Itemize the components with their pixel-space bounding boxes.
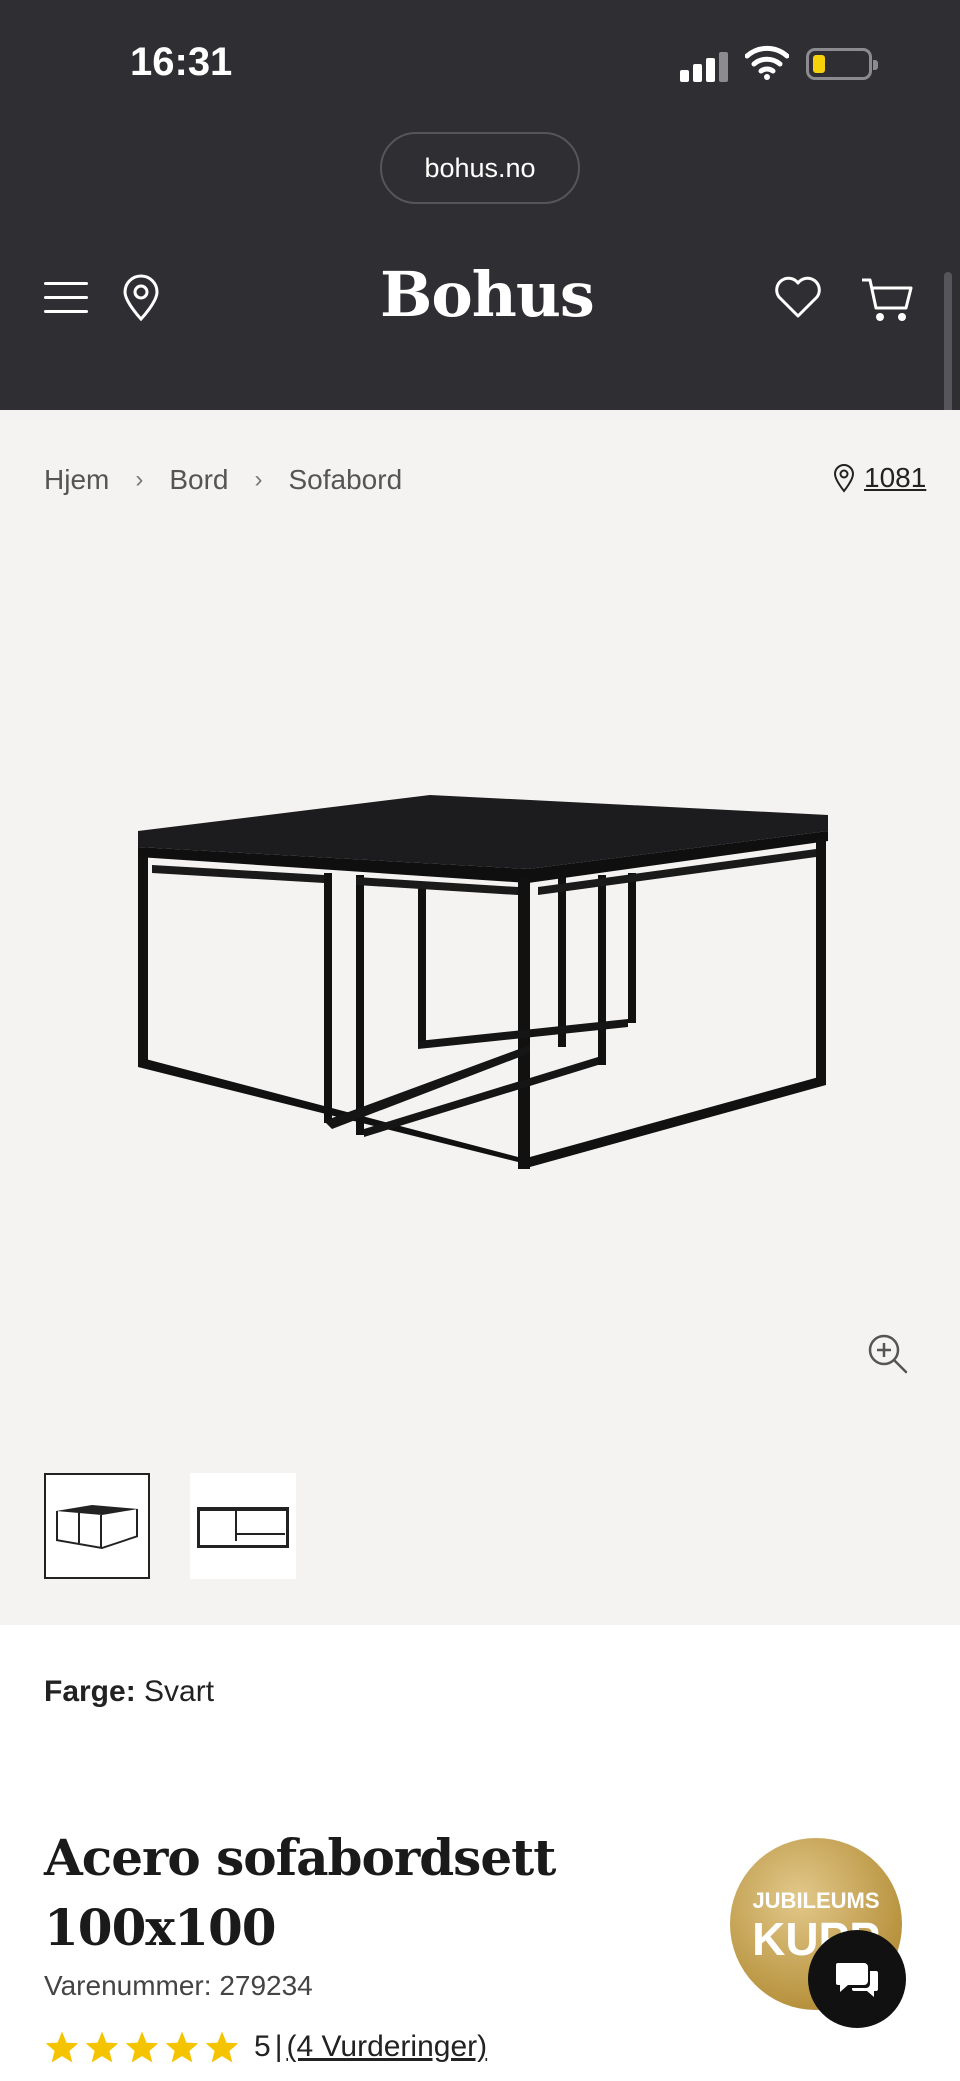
bohus-logo[interactable]: Bohus <box>380 258 595 331</box>
store-number: 1081 <box>864 462 927 493</box>
cart-icon[interactable] <box>860 274 914 324</box>
star-icon <box>165 2031 199 2063</box>
rating-stars <box>44 2030 240 2064</box>
table-thumbnail-image <box>197 1507 289 1548</box>
chevron-right-icon: › <box>254 466 263 493</box>
breadcrumb-home[interactable]: Hjem <box>44 464 109 496</box>
url-bar[interactable]: bohus.no <box>380 132 580 204</box>
breadcrumb-sofabord[interactable]: Sofabord <box>289 464 403 496</box>
thumbnail-2[interactable] <box>190 1473 296 1579</box>
product-image[interactable] <box>128 795 838 1175</box>
chat-icon <box>836 1963 878 1997</box>
star-icon <box>205 2031 239 2063</box>
chat-button[interactable] <box>808 1930 906 2028</box>
color-value: Svart <box>144 1675 215 1708</box>
store-link[interactable]: 1081 <box>832 462 926 494</box>
menu-icon[interactable] <box>44 280 88 316</box>
breadcrumb: Hjem › Bord › Sofabord <box>44 464 402 496</box>
rating-value: 5 <box>254 2030 271 2063</box>
table-thumbnail-image <box>56 1505 138 1549</box>
heart-icon[interactable] <box>773 274 823 320</box>
zoom-in-icon[interactable] <box>866 1332 910 1376</box>
location-pin-icon <box>833 464 855 493</box>
rating-row: 5 | (4 Vurderinger) <box>44 2030 487 2064</box>
chevron-right-icon: › <box>135 466 144 493</box>
star-icon <box>125 2031 159 2063</box>
product-title: Acero sofabordsett 100x100 <box>44 1823 604 1963</box>
breadcrumb-bord[interactable]: Bord <box>169 464 228 496</box>
status-time: 16:31 <box>130 40 233 84</box>
wifi-icon <box>745 45 789 80</box>
badge-line1: JUBILEUMS <box>752 1888 880 1913</box>
product-title-line2: 100x100 <box>44 1898 277 1957</box>
star-icon <box>45 2031 79 2063</box>
rating-separator: | <box>274 2030 283 2063</box>
top-header: 16:31 bohus.no Bohus <box>0 0 960 410</box>
battery-icon <box>806 48 878 80</box>
product-sku: Varenummer: 279234 <box>44 1970 313 2001</box>
color-label: Farge: <box>44 1675 136 1708</box>
thumbnail-1[interactable] <box>44 1473 150 1579</box>
star-icon <box>85 2031 119 2063</box>
location-pin-icon[interactable] <box>120 274 162 322</box>
product-title-line1: Acero sofabordsett <box>44 1828 556 1887</box>
product-gallery: Hjem › Bord › Sofabord 1081 <box>0 410 960 1625</box>
cellular-signal-icon <box>680 52 730 82</box>
color-selector: Farge: Svart <box>44 1675 214 1709</box>
reviews-link[interactable]: (4 Vurderinger) <box>286 2030 487 2064</box>
